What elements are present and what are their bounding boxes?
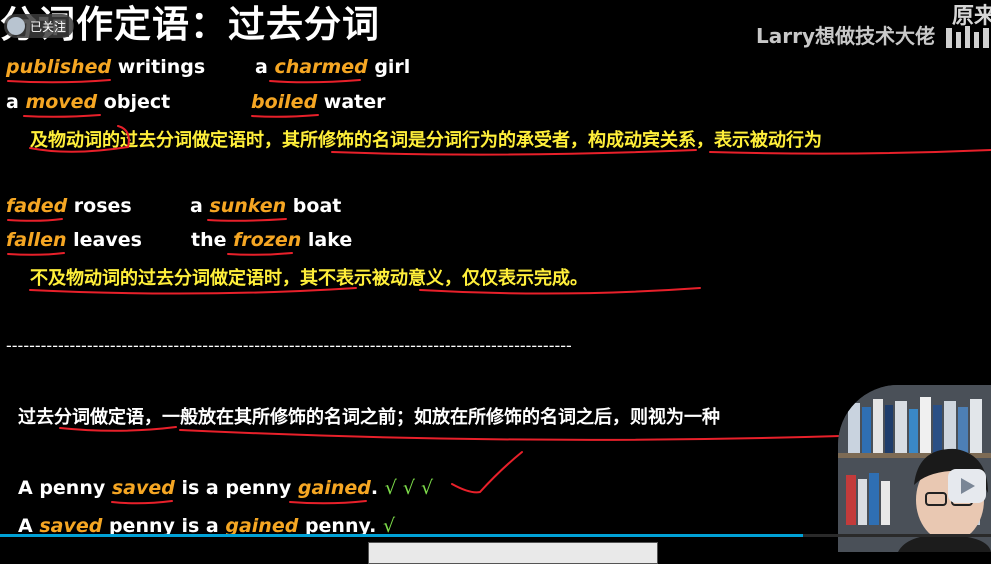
uploader-watermark: Larry想做技术大佬	[756, 24, 936, 48]
bilibili-logo-icon	[944, 22, 991, 50]
past-participle: faded	[6, 195, 68, 217]
example-sentence: A penny saved is a penny gained. √ √ √	[18, 477, 434, 499]
webcam-overlay	[838, 385, 991, 552]
past-participle: fallen	[6, 229, 67, 251]
example-phrase: the frozen lake	[191, 229, 353, 251]
follow-badge[interactable]: 已关注	[4, 14, 74, 38]
dashed-divider: ----------------------------------------…	[6, 336, 572, 355]
past-participle: published	[6, 56, 112, 78]
follow-status: 已关注	[30, 20, 67, 34]
example-phrase: a moved object	[6, 91, 171, 113]
past-participle: charmed	[274, 56, 368, 78]
progress-bar[interactable]	[0, 534, 803, 537]
past-participle: moved	[25, 91, 98, 113]
grammar-note: 及物动词的过去分词做定语时，其所修饰的名词是分词行为的承受者，构成动宾关系，表示…	[30, 130, 822, 151]
example-phrase: a sunken boat	[190, 195, 342, 217]
past-participle: sunken	[209, 195, 287, 217]
uploader-avatar	[7, 17, 25, 35]
subtitle-box	[368, 542, 658, 564]
example-phrase: faded roses	[6, 195, 132, 217]
example-phrase: a charmed girl	[255, 56, 411, 78]
past-participle: boiled	[251, 91, 318, 113]
grammar-note: 不及物动词的过去分词做定语时，其不表示被动意义，仅仅表示完成。	[30, 268, 588, 289]
past-participle: frozen	[233, 229, 302, 251]
check-marks: √ √ √	[384, 477, 434, 499]
example-phrase: fallen leaves	[6, 229, 142, 251]
example-phrase: published writings	[6, 56, 206, 78]
grammar-note: 过去分词做定语，一般放在其所修饰的名词之前；如放在所修饰的名词之后，则视为一种	[18, 407, 720, 428]
example-phrase: boiled water	[251, 91, 386, 113]
